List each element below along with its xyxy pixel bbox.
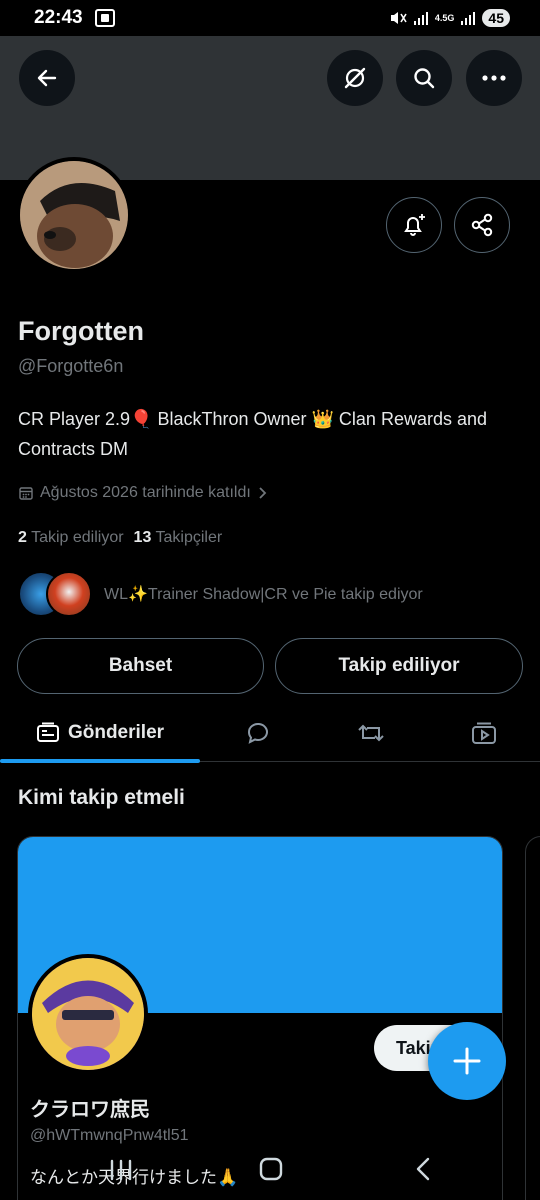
profile-tabs: Gönderiler <box>0 704 540 763</box>
home-button[interactable] <box>258 1156 284 1187</box>
more-options-button[interactable] <box>466 50 522 106</box>
share-button[interactable] <box>454 197 510 253</box>
screen-record-icon <box>94 9 115 27</box>
back-button[interactable] <box>19 50 75 106</box>
who-to-follow-title: Kimi takip etmeli <box>18 786 185 809</box>
back-nav-button[interactable] <box>412 1156 434 1187</box>
tab-posts-label: Gönderiler <box>67 722 165 743</box>
tab-posts[interactable]: Gönderiler <box>0 704 200 763</box>
system-nav-bar <box>0 1140 540 1200</box>
joined-date[interactable]: Ağustos 2026 tarihinde katıldı <box>18 484 267 502</box>
mute-icon <box>390 12 407 24</box>
battery-indicator: 45 <box>482 9 510 27</box>
grok-icon <box>344 67 366 89</box>
joined-text: Ağustos 2026 tarihinde katıldı <box>40 484 251 501</box>
following-link[interactable]: 2 Takip ediliyor <box>18 529 124 547</box>
plus-icon <box>453 1047 481 1075</box>
following-button[interactable]: Takip ediliyor <box>275 638 523 694</box>
signal-icon <box>413 11 428 25</box>
profile-handle: @Forgotte6n <box>18 356 124 376</box>
tab-reposts[interactable] <box>331 704 411 762</box>
avatar-image <box>20 161 128 269</box>
repost-icon <box>358 724 384 742</box>
status-time: 22:43 <box>34 7 83 28</box>
suggested-avatar-image <box>32 958 144 1070</box>
following-count: 2 <box>18 529 27 546</box>
suggested-user-avatar[interactable] <box>28 954 148 1074</box>
follower-avatar <box>46 571 92 617</box>
active-tab-indicator <box>0 759 200 763</box>
compose-post-button[interactable] <box>428 1022 506 1100</box>
followers-label: Takipçiler <box>155 529 223 546</box>
suggested-user-name: クラロワ庶民 <box>30 1099 150 1121</box>
tab-media[interactable] <box>444 704 524 762</box>
followed-by-text: WL✨Trainer Shadow|CR ve Pie takip ediyor <box>104 586 423 603</box>
followers-link[interactable]: 13 Takipçiler <box>134 529 223 547</box>
reply-icon <box>247 722 268 744</box>
tab-replies[interactable] <box>218 704 298 762</box>
followers-count: 13 <box>133 529 152 546</box>
bell-plus-icon <box>404 214 425 236</box>
following-label: Takip ediliyor <box>31 529 124 546</box>
status-bar: 22:43 4.5G 45 <box>0 0 540 36</box>
follow-stats: 2 Takip ediliyor 13 Takipçiler <box>18 529 222 547</box>
back-chevron-icon <box>416 1157 430 1181</box>
calendar-icon <box>19 487 33 500</box>
search-icon <box>414 68 435 89</box>
posts-icon <box>36 722 59 742</box>
network-type: 4.5G <box>434 12 455 23</box>
profile-bio: CR Player 2.9🎈 BlackThron Owner 👑 Clan R… <box>18 409 488 459</box>
notify-button[interactable] <box>386 197 442 253</box>
profile-avatar[interactable] <box>16 157 132 273</box>
profile-name: Forgotten <box>18 316 144 346</box>
recent-apps-button[interactable] <box>108 1158 134 1187</box>
grok-button[interactable] <box>327 50 383 106</box>
share-icon <box>471 213 493 237</box>
followed-by[interactable]: WL✨Trainer Shadow|CR ve Pie takip ediyor <box>18 571 423 617</box>
media-icon <box>472 722 496 744</box>
mention-button[interactable]: Bahset <box>17 638 264 694</box>
status-icons: 4.5G 45 <box>389 9 510 27</box>
more-icon <box>482 75 506 81</box>
signal-icon-2 <box>461 11 476 25</box>
recent-apps-icon <box>110 1159 132 1181</box>
search-button[interactable] <box>396 50 452 106</box>
chevron-right-icon <box>259 487 267 499</box>
home-icon <box>259 1157 283 1181</box>
arrow-left-icon <box>37 69 57 87</box>
